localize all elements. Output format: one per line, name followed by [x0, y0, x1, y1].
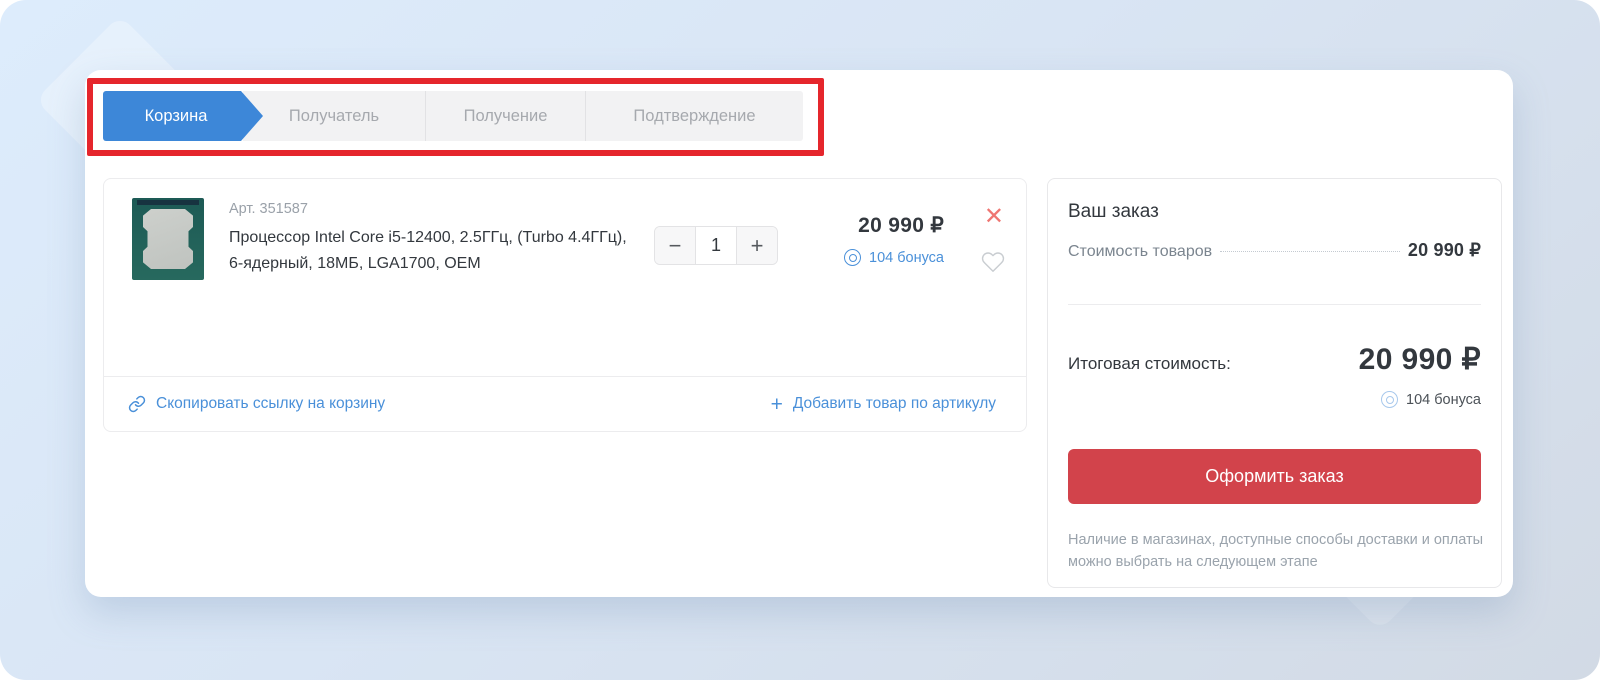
step-confirmation[interactable]: Подтверждение [585, 91, 803, 141]
plus-icon: + [771, 394, 783, 415]
item-price: 20 990 ₽ [844, 213, 944, 238]
summary-bonus: 104 бонуса [1381, 391, 1481, 408]
step-cart-active[interactable]: Корзина [103, 91, 263, 141]
item-bonus: 104 бонуса [844, 249, 944, 266]
steps-track: Получатель Получение Подтверждение [243, 91, 803, 141]
minus-icon: − [669, 235, 682, 257]
copy-cart-link[interactable]: Скопировать ссылку на корзину [128, 395, 385, 413]
summary-bonus-text: 104 бонуса [1406, 392, 1481, 408]
page: Получатель Получение Подтверждение Корзи… [0, 0, 1600, 680]
decrease-quantity-button[interactable]: − [655, 227, 696, 264]
order-summary-panel: Ваш заказ Стоимость товаров 20 990 ₽ Ито… [1047, 178, 1502, 588]
product-image[interactable] [131, 197, 205, 281]
cart-item-row: Арт. 351587 Процессор Intel Core i5-1240… [104, 179, 1026, 378]
add-by-article-link[interactable]: + Добавить товар по артикулу [771, 394, 996, 415]
increase-quantity-button[interactable]: + [736, 227, 777, 264]
item-actions: ✕ [972, 179, 1006, 378]
total-label: Итоговая стоимость: [1068, 354, 1231, 374]
dotted-leader [1220, 251, 1400, 252]
quantity-input[interactable] [696, 227, 736, 264]
summary-divider [1068, 304, 1481, 305]
checkout-steps: Получатель Получение Подтверждение Корзи… [103, 91, 803, 141]
items-cost-value: 20 990 ₽ [1408, 240, 1481, 261]
items-cost-label: Стоимость товаров [1068, 243, 1212, 261]
bonus-icon [1381, 391, 1398, 408]
step-recipient[interactable]: Получатель [243, 91, 425, 141]
favorite-button[interactable] [980, 250, 1006, 277]
remove-item-button[interactable]: ✕ [984, 205, 1004, 229]
checkout-card: Получатель Получение Подтверждение Корзи… [85, 70, 1513, 597]
step-label: Корзина [145, 107, 208, 126]
item-price-block: 20 990 ₽ 104 бонуса [844, 213, 944, 266]
heart-icon [980, 250, 1006, 274]
step-label: Получатель [289, 107, 379, 126]
summary-note: Наличие в магазинах, доступные способы д… [1068, 529, 1485, 574]
cpu-contact-strip [137, 200, 199, 205]
article-number: Арт. 351587 [229, 201, 308, 217]
total-value: 20 990 ₽ [1359, 342, 1481, 377]
bonus-text: 104 бонуса [869, 250, 944, 266]
items-cost-row: Стоимость товаров 20 990 ₽ [1068, 240, 1481, 261]
bonus-icon [844, 249, 861, 266]
cart-links-row: Скопировать ссылку на корзину + Добавить… [104, 376, 1026, 431]
step-delivery[interactable]: Получение [425, 91, 585, 141]
plus-icon: + [751, 235, 764, 257]
cart-items-card: Арт. 351587 Процессор Intel Core i5-1240… [103, 178, 1027, 432]
summary-title: Ваш заказ [1068, 201, 1159, 223]
product-title[interactable]: Процессор Intel Core i5-12400, 2.5ГГц, (… [229, 225, 631, 276]
total-row: Итоговая стоимость: 20 990 ₽ [1068, 342, 1481, 377]
add-by-article-label: Добавить товар по артикулу [793, 395, 996, 413]
quantity-stepper: − + [654, 226, 778, 265]
chain-link-icon [128, 395, 146, 413]
page-background: Получатель Получение Подтверждение Корзи… [0, 0, 1600, 680]
cpu-heat-spreader [143, 209, 193, 269]
step-label: Подтверждение [633, 107, 755, 126]
copy-cart-link-label: Скопировать ссылку на корзину [156, 395, 385, 413]
step-label: Получение [464, 107, 548, 126]
checkout-button[interactable]: Оформить заказ [1068, 449, 1481, 504]
